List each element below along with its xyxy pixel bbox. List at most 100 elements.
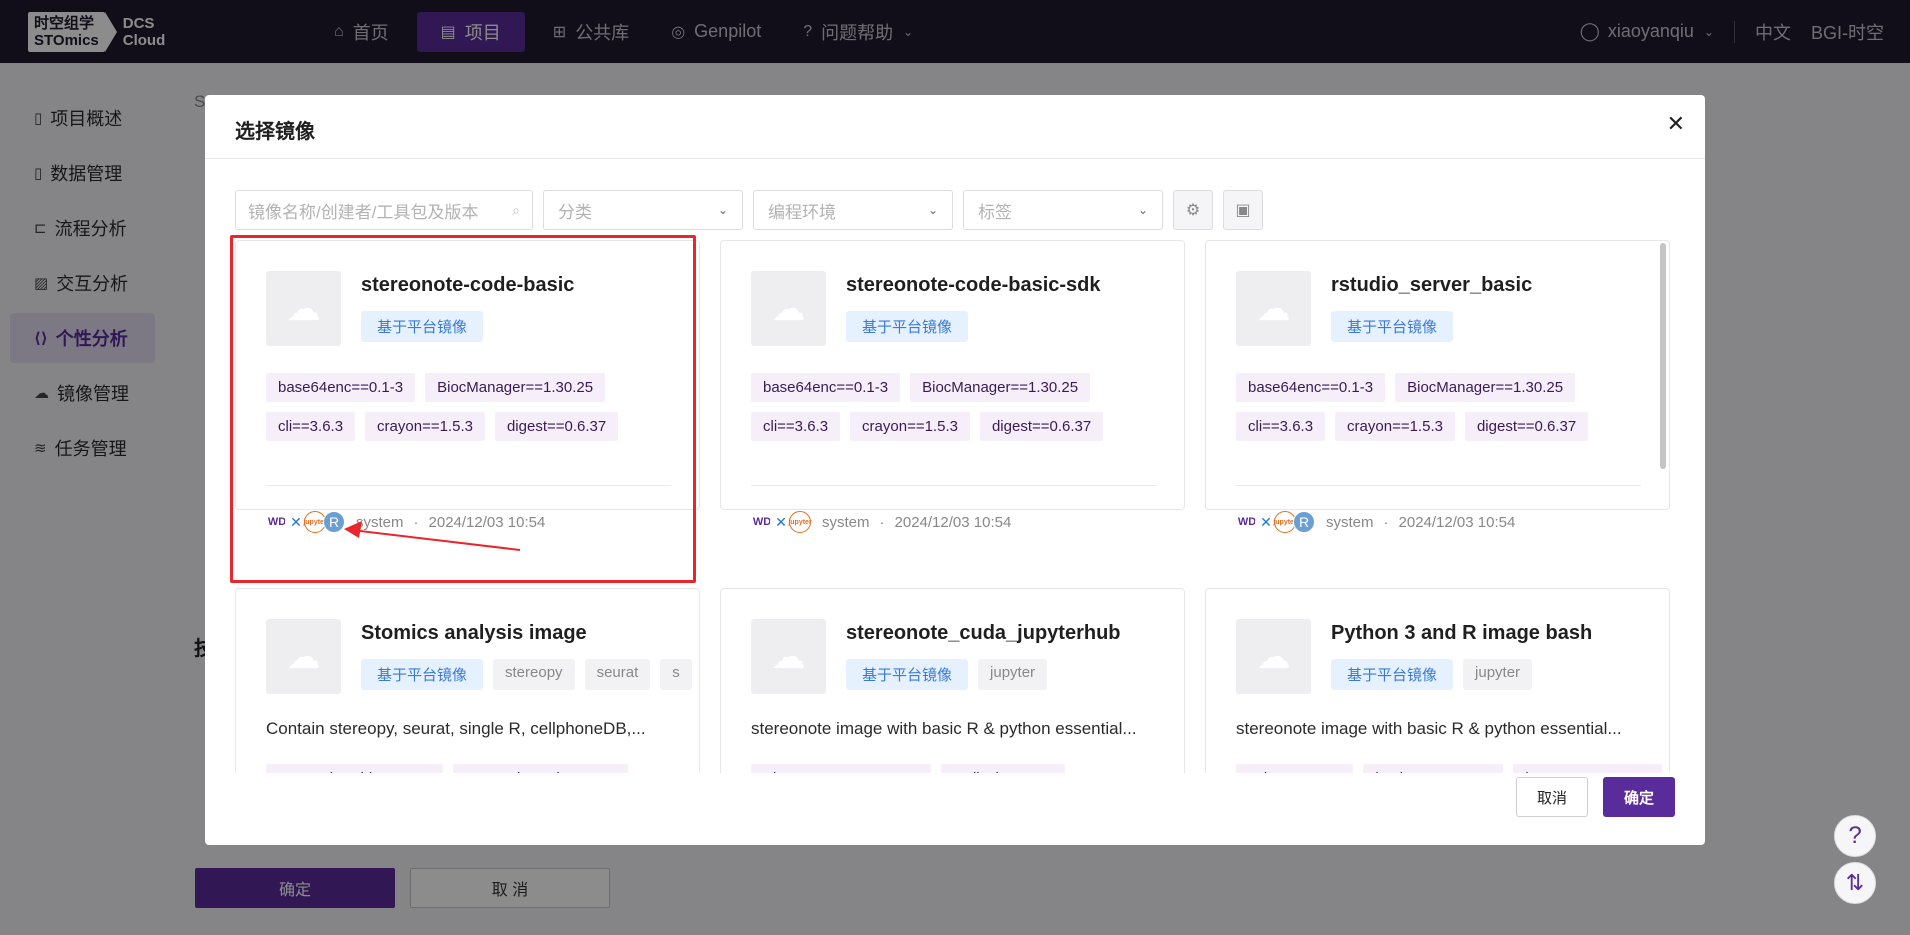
image-thumbnail: ☁ (266, 271, 341, 346)
package-list: base64enc==0.1-3 BiocManager==1.30.25 cl… (266, 373, 686, 451)
package-list: base64enc==0.1-3 BiocManager==1.30.25 cl… (1236, 373, 1656, 451)
image-description: Contain stereopy, seurat, single R, cell… (266, 719, 646, 738)
card-divider (1236, 485, 1641, 486)
image-title: Python 3 and R image bash (1331, 622, 1593, 644)
package-chip: crayon==1.5.3 (1335, 412, 1455, 441)
cloud-icon: ☁ (286, 289, 321, 328)
search-placeholder: 镜像名称/创建者/工具包及版本 (248, 202, 479, 222)
label-tag: jupyter (1463, 659, 1533, 690)
package-chip: askpass==1.1 (1236, 764, 1354, 773)
platform-tag: 基于平台镜像 (361, 659, 484, 690)
label-tag: jupyter (978, 659, 1048, 690)
select-image-modal: 选择镜像 ✕ 镜像名称/创建者/工具包及版本 ⌕ 分类 ⌄ 编程环境 ⌄ 标签 ⌄ ⚙ … (205, 95, 1705, 845)
card-footer: WD ✕ jupyter R system · 2024/12/03 10:54 (1236, 511, 1515, 533)
label-tag: s (660, 659, 692, 690)
category-select[interactable]: 分类 ⌄ (543, 190, 743, 230)
package-chip: IRdisplay==1.1 (940, 764, 1066, 773)
creator: system (356, 513, 404, 531)
package-chip: crayon==1.5.3 (850, 412, 970, 441)
cancel-button[interactable]: 取消 (1516, 777, 1588, 817)
env-select[interactable]: 编程环境 ⌄ (753, 190, 953, 230)
package-list: askpass==1.1 backports==1.4.1 base64enc=… (1236, 764, 1672, 773)
package-chip: base64enc==0.1-3 (1513, 764, 1663, 773)
creator: system (822, 513, 870, 531)
card-divider (751, 485, 1156, 486)
label-tag: stereopy (493, 659, 575, 690)
package-chip: AnnotationHub==3.2.2 (453, 764, 628, 773)
created-time: 2024/12/03 10:54 (428, 513, 546, 531)
created-time: 2024/12/03 10:54 (894, 513, 1012, 531)
help-float-button[interactable]: ? (1834, 815, 1876, 857)
image-card[interactable]: ☁ rstudio_server_basic 基于平台镜像 base64enc=… (1205, 240, 1670, 533)
chevron-down-icon: ⌄ (717, 203, 728, 217)
package-chip: cli==3.6.3 (1236, 412, 1326, 441)
package-chip: cli==3.6.3 (751, 412, 841, 441)
r-icon: R (1293, 511, 1315, 533)
image-tags: 基于平台镜像 (1331, 311, 1463, 342)
image-tags: 基于平台镜像 (361, 311, 493, 342)
created-time: 2024/12/03 10:54 (1398, 513, 1516, 531)
search-icon: ⌕ (512, 201, 520, 218)
card-footer: WD ✕ jupyter system · 2024/12/03 10:54 (751, 511, 1011, 533)
filter-bar: 镜像名称/创建者/工具包及版本 ⌕ 分类 ⌄ 编程环境 ⌄ 标签 ⌄ ⚙ ▣ (235, 190, 1273, 230)
settings-filter-button[interactable]: ⚙ (1173, 190, 1213, 230)
category-placeholder: 分类 (558, 202, 592, 222)
image-thumbnail: ☁ (1236, 619, 1311, 694)
image-title: stereonote-code-basic-sdk (846, 274, 1101, 296)
image-card[interactable]: ☁ Stomics analysis image 基于平台镜像 stereopy… (235, 588, 700, 773)
grid-scrollbar[interactable] (1660, 243, 1666, 469)
tag-placeholder: 标签 (978, 202, 1012, 222)
platform-tag: 基于平台镜像 (1331, 311, 1454, 342)
env-placeholder: 编程环境 (768, 202, 836, 222)
image-title: rstudio_server_basic (1331, 274, 1533, 296)
package-list: AnnotationDbi==1.56.2 AnnotationHub==3.2… (266, 764, 638, 773)
image-card[interactable]: ☁ stereonote-code-basic 基于平台镜像 base64enc… (235, 240, 700, 533)
platform-tag: 基于平台镜像 (846, 311, 969, 342)
package-chip: digest==0.6.37 (979, 412, 1104, 441)
package-icon: ▣ (1235, 202, 1251, 219)
package-chip: BiocManager==1.30.25 (1395, 373, 1576, 402)
package-chip: crayon==1.5.3 (365, 412, 485, 441)
image-card[interactable]: ☁ stereonote-code-basic-sdk 基于平台镜像 base6… (720, 240, 1185, 533)
creator: system (1326, 513, 1374, 531)
package-filter-button[interactable]: ▣ (1223, 190, 1263, 230)
jupyter-icon: jupyter (788, 511, 812, 533)
search-input[interactable]: 镜像名称/创建者/工具包及版本 ⌕ (235, 190, 533, 230)
image-tags: 基于平台镜像 jupyter (846, 659, 1057, 690)
image-title: Stomics analysis image (361, 622, 587, 644)
image-tags: 基于平台镜像 stereopy seurat s (361, 659, 702, 690)
package-chip: AnnotationDbi==1.56.2 (266, 764, 444, 773)
close-icon[interactable]: ✕ (1667, 111, 1685, 137)
label-tag: seurat (584, 659, 651, 690)
sort-float-button[interactable]: ⇅ (1834, 862, 1876, 904)
image-card-grid: ☁ stereonote-code-basic 基于平台镜像 base64enc… (235, 240, 1675, 773)
modal-divider (205, 158, 1705, 159)
package-chip: base64enc==0.1-3 (1236, 373, 1386, 402)
cloud-icon: ☁ (286, 637, 321, 676)
image-card[interactable]: ☁ stereonote_cuda_jupyterhub 基于平台镜像 jupy… (720, 588, 1185, 773)
chevron-down-icon: ⌄ (927, 203, 938, 217)
platform-tag: 基于平台镜像 (846, 659, 969, 690)
chevron-down-icon: ⌄ (1137, 203, 1148, 217)
image-thumbnail: ☁ (751, 619, 826, 694)
package-list: base64enc==0.1-3 BiocManager==1.30.25 cl… (751, 373, 1171, 451)
gear-icon: ⚙ (1185, 202, 1201, 219)
image-thumbnail: ☁ (1236, 271, 1311, 346)
card-footer: WD ✕ jupyter R system · 2024/12/03 10:54 (266, 511, 545, 533)
image-tags: 基于平台镜像 jupyter (1331, 659, 1542, 690)
confirm-button[interactable]: 确定 (1603, 777, 1675, 817)
package-list: BiocManager==1.30.22 IRdisplay==1.1 (751, 764, 1075, 773)
cloud-icon: ☁ (1256, 637, 1291, 676)
image-description: stereonote image with basic R & python e… (1236, 719, 1622, 738)
package-chip: BiocManager==1.30.25 (910, 373, 1091, 402)
package-chip: base64enc==0.1-3 (266, 373, 416, 402)
card-divider (266, 485, 671, 486)
image-card[interactable]: ☁ Python 3 and R image bash 基于平台镜像 jupyt… (1205, 588, 1670, 773)
r-icon: R (323, 511, 345, 533)
platform-tag: 基于平台镜像 (1331, 659, 1454, 690)
package-chip: BiocManager==1.30.25 (425, 373, 606, 402)
modal-title: 选择镜像 (235, 121, 315, 143)
tag-select[interactable]: 标签 ⌄ (963, 190, 1163, 230)
package-chip: base64enc==0.1-3 (751, 373, 901, 402)
image-thumbnail: ☁ (751, 271, 826, 346)
